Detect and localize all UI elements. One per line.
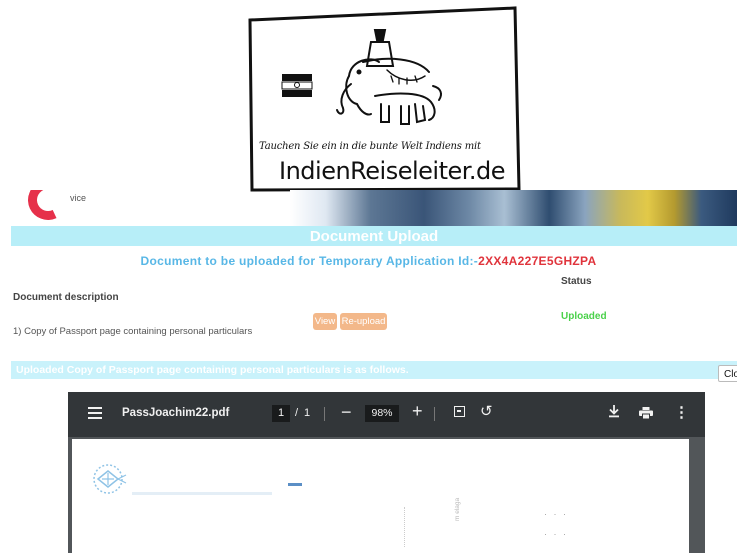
passport-mark — [288, 483, 302, 486]
uploaded-note: Uploaded Copy of Passport page containin… — [11, 361, 737, 379]
more-options-icon[interactable]: ⋮ — [674, 404, 689, 421]
menu-icon[interactable] — [88, 407, 102, 419]
page-title: Document Upload — [11, 226, 737, 246]
document-item-label: 1) Copy of Passport page containing pers… — [13, 326, 253, 337]
pdf-toolbar: PassJoachim22.pdf 1 / 1 − 98% + ↺ ⋮ — [68, 392, 705, 437]
toolbar-divider — [434, 407, 435, 421]
site-logo-text: vice — [70, 193, 87, 203]
download-icon[interactable] — [608, 404, 620, 423]
print-icon[interactable] — [639, 406, 653, 420]
page-total: 1 — [304, 407, 311, 419]
site-header-strip: vice — [0, 190, 737, 226]
site-logo-card: Tauchen Sie ein in die bunte Welt Indien… — [247, 6, 522, 194]
application-id-label: Document to be uploaded for Temporary Ap… — [140, 254, 479, 268]
status-column-header: Status — [561, 276, 592, 287]
rotate-icon[interactable]: ↺ — [480, 403, 493, 420]
zoom-out-button[interactable]: − — [341, 403, 352, 421]
zoom-in-button[interactable]: + — [412, 402, 423, 420]
pdf-viewer[interactable]: PassJoachim22.pdf 1 / 1 − 98% + ↺ ⋮ · · … — [68, 392, 705, 553]
page-separator: / — [295, 407, 299, 419]
status-badge: Uploaded — [561, 311, 607, 322]
passport-header-line — [132, 492, 272, 495]
pdf-page: · · · · · · m elaga — [72, 439, 689, 553]
view-button[interactable]: View — [313, 313, 337, 330]
header-banner-image — [290, 190, 737, 226]
page-number-input[interactable]: 1 — [272, 405, 290, 422]
page-side-text: m elaga — [454, 497, 461, 521]
flag-icon — [281, 74, 313, 97]
fit-page-icon[interactable] — [454, 406, 465, 417]
toolbar-divider — [324, 407, 325, 421]
application-id-line: Document to be uploaded for Temporary Ap… — [0, 254, 737, 268]
pdf-filename: PassJoachim22.pdf — [122, 407, 230, 419]
zoom-level-input[interactable]: 98% — [365, 405, 399, 422]
logo-brand: IndienReiseleiter.de — [279, 157, 506, 185]
page-divider-line — [404, 507, 406, 547]
application-id-value: 2XX4A227E5GHZPA — [478, 254, 597, 268]
reupload-button[interactable]: Re-upload — [340, 313, 387, 330]
passport-dots: · · · — [544, 529, 568, 539]
site-logo-icon — [22, 190, 74, 226]
emblem-icon — [93, 464, 127, 494]
close-button[interactable]: Clo — [718, 365, 737, 382]
description-column-header: Document description — [13, 292, 119, 303]
passport-dots: · · · — [544, 509, 568, 519]
logo-tagline: Tauchen Sie ein in die bunte Welt Indien… — [259, 141, 481, 152]
